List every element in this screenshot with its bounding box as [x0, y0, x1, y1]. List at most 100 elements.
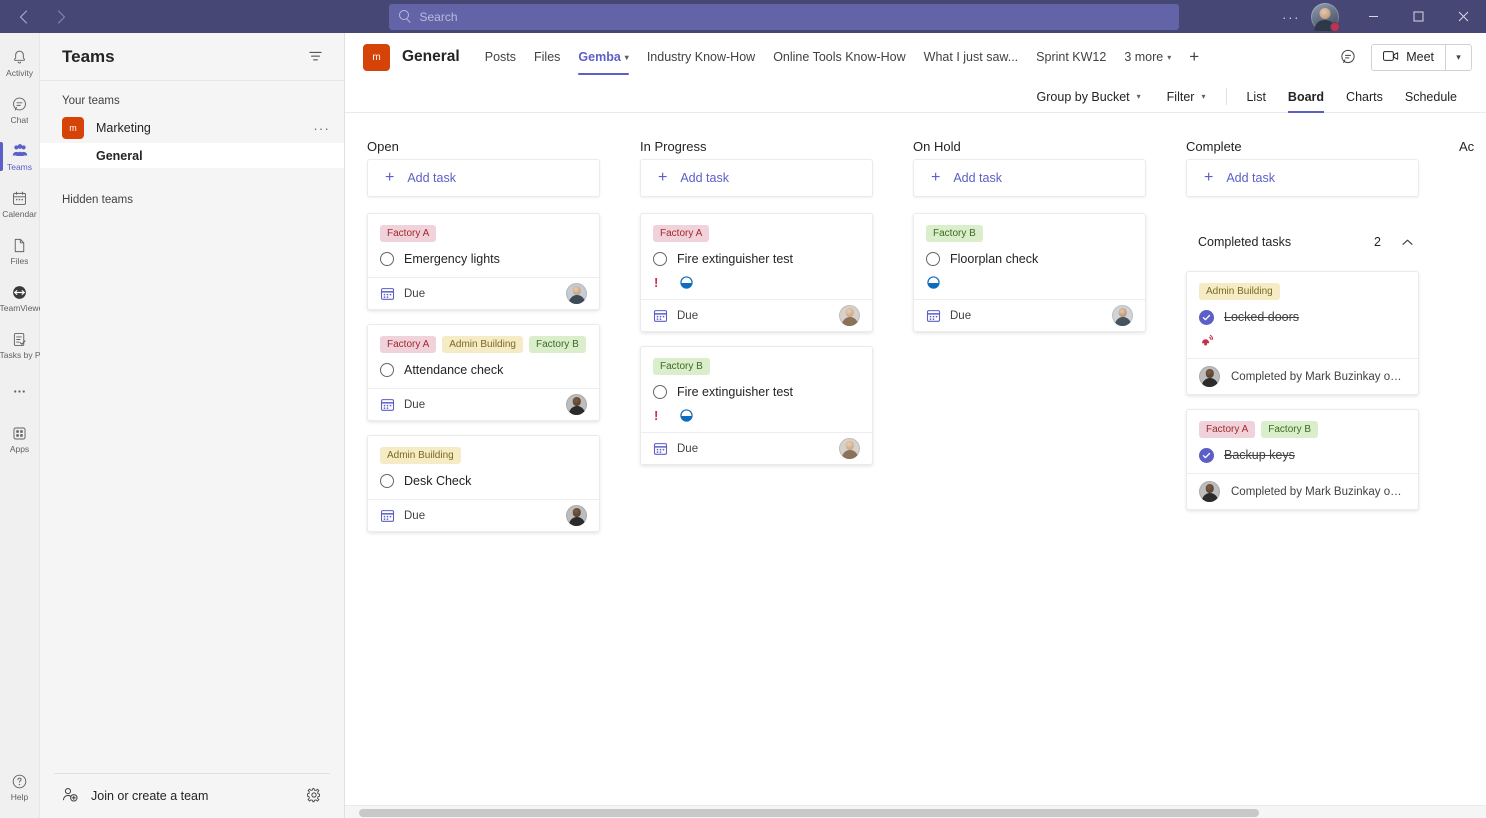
task-label-chip[interactable]: Factory A — [380, 336, 437, 353]
forward-icon[interactable] — [50, 6, 72, 28]
task-icon-row — [1199, 334, 1406, 348]
tab-gemba[interactable]: Gemba ▾ — [569, 33, 637, 81]
tab-files[interactable]: Files — [525, 33, 569, 81]
bucket-title[interactable]: Open — [367, 139, 399, 154]
view-tab-charts[interactable]: Charts — [1335, 83, 1394, 111]
meet-dropdown-chevron-down-icon[interactable]: ▾ — [1445, 44, 1471, 70]
maximize-button[interactable] — [1396, 0, 1441, 33]
task-card[interactable]: Factory B Floorplan check Due — [913, 213, 1146, 332]
task-card[interactable]: Admin Building Locked doors Completed by M… — [1186, 271, 1419, 395]
add-task-button[interactable]: + Add task — [640, 159, 873, 197]
task-title-row: Fire extinguisher test — [653, 384, 860, 400]
search-input[interactable]: Search — [388, 3, 1179, 30]
task-complete-checkbox[interactable] — [926, 252, 940, 266]
close-button[interactable] — [1441, 0, 1486, 33]
sidebar-item-teamviewer[interactable]: TeamViewer — [0, 274, 40, 321]
bucket-title[interactable]: On Hold — [913, 139, 961, 154]
channel-item-general[interactable]: General — [40, 143, 344, 168]
tab-online-tools-know-how[interactable]: Online Tools Know-How — [764, 33, 914, 81]
minimize-button[interactable] — [1351, 0, 1396, 33]
task-label-chip[interactable]: Factory B — [528, 336, 586, 353]
sidebar-item-files[interactable]: Files — [0, 227, 40, 274]
view-tab-list[interactable]: List — [1235, 83, 1276, 111]
sidebar-item-activity[interactable]: Activity — [0, 39, 40, 86]
add-task-button[interactable]: + Add task — [1186, 159, 1419, 197]
tab-what-i-just-saw[interactable]: What I just saw... — [915, 33, 1027, 81]
task-label-chip[interactable]: Factory A — [380, 225, 437, 242]
join-team-label: Join or create a team — [91, 789, 209, 803]
sidebar-item-tasks-by-planner[interactable]: Tasks by Pl... — [0, 321, 40, 368]
task-card[interactable]: Factory B Fire extinguisher test! Due — [640, 346, 873, 465]
task-complete-checkbox[interactable] — [1199, 309, 1214, 325]
sidebar-item-apps[interactable]: Apps — [0, 415, 40, 462]
chat-bubble-icon[interactable] — [1337, 46, 1359, 68]
sidebar-item-teams[interactable]: Teams — [0, 133, 40, 180]
sidebar-item-chat[interactable]: Chat — [0, 86, 40, 133]
chevron-up-icon[interactable] — [1399, 234, 1415, 250]
hidden-teams-label[interactable]: Hidden teams — [40, 168, 344, 206]
tab-industry-know-how[interactable]: Industry Know-How — [638, 33, 764, 81]
view-label: List — [1246, 89, 1266, 104]
group-by-bucket-dropdown[interactable]: Group by Bucket ▾ — [1024, 83, 1154, 111]
bucket-title[interactable]: In Progress — [640, 139, 706, 154]
task-label-chip[interactable]: Factory A — [653, 225, 710, 242]
task-title: Fire extinguisher test — [677, 252, 794, 266]
task-card[interactable]: Admin Building Desk Check Due — [367, 435, 600, 532]
team-more-options-icon[interactable]: ··· — [313, 121, 330, 136]
filter-icon[interactable] — [306, 48, 324, 66]
tab-more[interactable]: 3 more ▾ — [1115, 33, 1180, 81]
team-row-marketing[interactable]: m Marketing ··· — [40, 113, 344, 143]
more-options-icon[interactable]: ··· — [1275, 0, 1307, 33]
task-label-chip[interactable]: Admin Building — [380, 447, 461, 464]
plus-icon: + — [658, 169, 668, 186]
task-title: Fire extinguisher test — [677, 385, 794, 399]
task-complete-checkbox[interactable] — [380, 474, 394, 488]
view-tab-schedule[interactable]: Schedule — [1394, 83, 1468, 111]
completed-tasks-header[interactable]: Completed tasks 2 — [1186, 225, 1419, 259]
task-label-chip[interactable]: Factory B — [653, 358, 710, 375]
task-label-chip[interactable]: Admin Building — [442, 336, 523, 353]
task-label-chip[interactable]: Admin Building — [1199, 283, 1280, 300]
sidebar-item-help[interactable]: Help — [0, 763, 40, 810]
sidebar-label-teams: Teams — [6, 162, 33, 172]
bell-icon — [10, 47, 30, 67]
user-avatar[interactable] — [1311, 2, 1340, 32]
task-card[interactable]: Factory A Fire extinguisher test! Due — [640, 213, 873, 332]
task-card[interactable]: Factory A Factory B Backup keys Completed b… — [1186, 409, 1419, 510]
help-question-icon — [10, 771, 30, 791]
gear-icon[interactable] — [306, 787, 322, 806]
task-label-chip[interactable]: Factory B — [1261, 421, 1319, 438]
add-task-button[interactable]: + Add task — [367, 159, 600, 197]
join-or-create-team-button[interactable]: Join or create a team — [54, 774, 330, 818]
meet-button[interactable]: Meet — [1372, 44, 1445, 70]
tasks-clipboard-icon — [10, 329, 30, 349]
task-label-chip[interactable]: Factory B — [926, 225, 983, 242]
chevron-down-icon: ▾ — [1167, 52, 1172, 62]
add-task-button[interactable]: + Add task — [913, 159, 1146, 197]
task-card[interactable]: Factory A Emergency lights Due — [367, 213, 600, 310]
view-tab-board[interactable]: Board — [1277, 83, 1335, 113]
horizontal-scrollbar[interactable] — [345, 805, 1486, 818]
teams-panel: Teams Your teams m Marketing ··· General… — [40, 33, 345, 818]
navigation-arrows — [12, 6, 292, 28]
task-label-chip[interactable]: Factory A — [1199, 421, 1256, 438]
sidebar-item-more[interactable] — [0, 368, 40, 415]
back-icon[interactable] — [12, 6, 34, 28]
completed-by-text: Completed by Mark Buzinkay on ... — [1231, 370, 1406, 383]
tab-posts[interactable]: Posts — [476, 33, 525, 81]
due-date-label: Due — [404, 398, 426, 411]
sidebar-item-calendar[interactable]: Calendar — [0, 180, 40, 227]
task-complete-checkbox[interactable] — [653, 385, 667, 399]
bucket-title[interactable]: Complete — [1186, 139, 1242, 154]
task-complete-checkbox[interactable] — [380, 363, 394, 377]
task-card[interactable]: Factory A Admin Building Factory B Attendan… — [367, 324, 600, 421]
tab-label: Gemba — [578, 50, 621, 64]
task-complete-checkbox[interactable] — [380, 252, 394, 266]
bucket-title[interactable]: Ac — [1459, 139, 1474, 154]
task-complete-checkbox[interactable] — [653, 252, 667, 266]
task-complete-checkbox[interactable] — [1199, 447, 1214, 463]
tab-sprint-kw12[interactable]: Sprint KW12 — [1027, 33, 1115, 81]
filter-dropdown[interactable]: Filter ▾ — [1154, 83, 1219, 111]
add-tab-button[interactable]: + — [1180, 33, 1208, 81]
scrollbar-thumb[interactable] — [359, 809, 1259, 817]
